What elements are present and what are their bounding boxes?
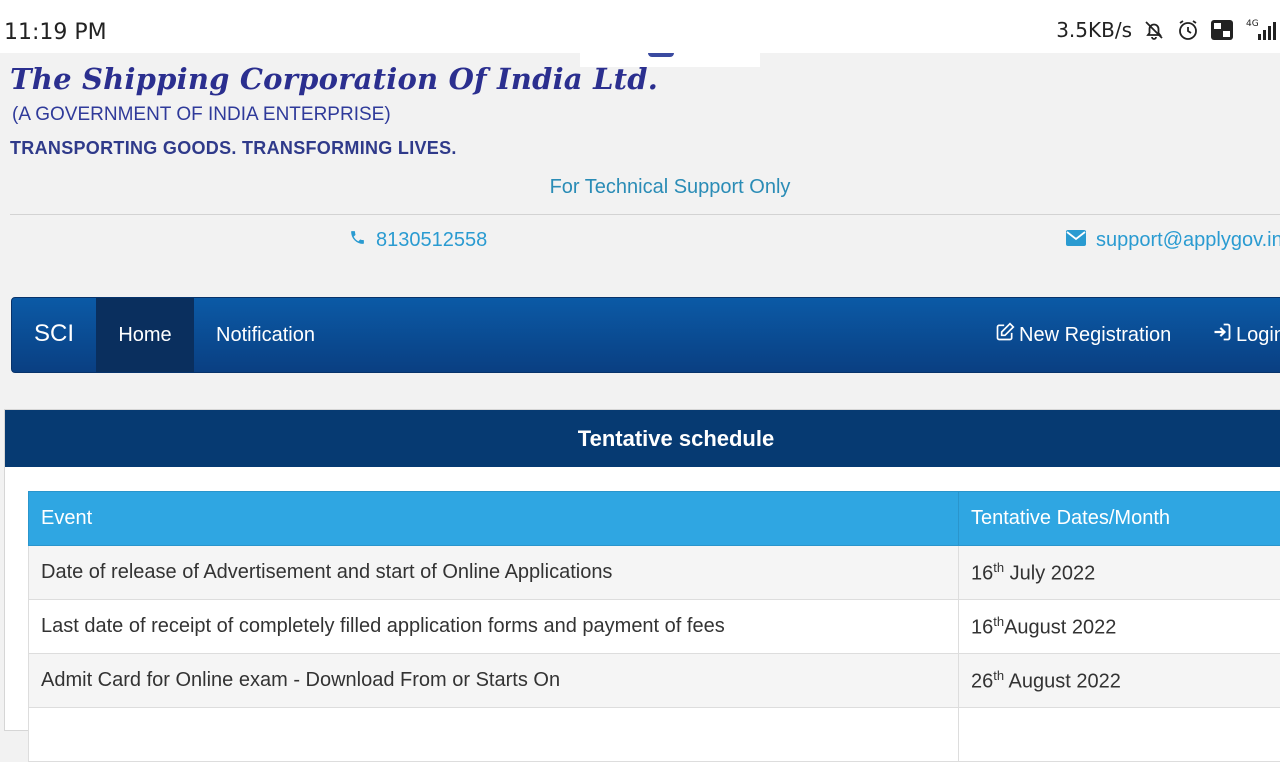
- schedule-table: Event Tentative Dates/Month Date of rele…: [28, 491, 1280, 762]
- date-cell: [959, 708, 1280, 762]
- phone-icon: [349, 229, 366, 252]
- schedule-panel: Tentative schedule Event Tentative Dates…: [4, 409, 1280, 731]
- status-bar: 11:19 PM 3.5KB/s 4G: [0, 0, 1280, 53]
- logo-mark: [648, 53, 674, 57]
- date-month-year: July 2022: [1004, 562, 1095, 584]
- event-cell: Last date of receipt of completely fille…: [29, 600, 959, 654]
- navbar-brand[interactable]: SCI: [34, 320, 74, 348]
- tech-support-label: For Technical Support Only: [0, 176, 1280, 199]
- table-row: Last date of receipt of completely fille…: [29, 600, 1280, 654]
- network-speed: 3.5KB/s: [1056, 18, 1132, 42]
- edit-icon: [995, 322, 1015, 348]
- alarm-icon: [1176, 18, 1200, 42]
- date-cell: 26th August 2022: [959, 654, 1280, 708]
- event-cell: [29, 708, 959, 762]
- column-header-dates: Tentative Dates/Month: [959, 492, 1280, 546]
- status-icons: 3.5KB/s 4G: [1056, 18, 1280, 42]
- notifications-off-icon: [1142, 18, 1166, 42]
- new-registration-label: New Registration: [1019, 324, 1171, 347]
- event-cell: Date of release of Advertisement and sta…: [29, 546, 959, 600]
- phone-link[interactable]: 8130512558: [349, 229, 487, 252]
- date-month-year: August 2022: [1004, 670, 1121, 692]
- status-time: 11:19 PM: [4, 20, 107, 45]
- nav-item-home[interactable]: Home: [96, 298, 194, 372]
- nav-item-notification[interactable]: Notification: [216, 298, 315, 372]
- new-registration-link[interactable]: New Registration: [995, 298, 1171, 372]
- login-link[interactable]: Login: [1212, 298, 1280, 372]
- org-tagline: TRANSPORTING GOODS. TRANSFORMING LIVES.: [10, 138, 457, 159]
- date-month-year: August 2022: [1004, 616, 1116, 638]
- date-suffix: th: [993, 668, 1004, 683]
- header-divider: [10, 214, 1280, 215]
- signal-4g-icon: 4G: [1244, 18, 1280, 42]
- date-suffix: th: [993, 614, 1004, 629]
- envelope-icon: [1066, 229, 1086, 252]
- date-day: 16: [971, 616, 993, 638]
- sign-in-icon: [1212, 322, 1232, 348]
- table-row: Admit Card for Online exam - Download Fr…: [29, 654, 1280, 708]
- event-cell: Admit Card for Online exam - Download Fr…: [29, 654, 959, 708]
- date-cell: 16thAugust 2022: [959, 600, 1280, 654]
- table-header-row: Event Tentative Dates/Month: [29, 492, 1280, 546]
- main-navbar: SCI Home Notification New Registration L…: [11, 297, 1280, 373]
- date-day: 26: [971, 670, 993, 692]
- column-header-event: Event: [29, 492, 959, 546]
- date-day: 16: [971, 562, 993, 584]
- volte-icon: [1210, 19, 1234, 41]
- table-row: Date of release of Advertisement and sta…: [29, 546, 1280, 600]
- org-name: The Shipping Corporation Of India Ltd.: [10, 62, 658, 96]
- table-row: [29, 708, 1280, 762]
- schedule-title: Tentative schedule: [5, 410, 1280, 467]
- email-link[interactable]: support@applygov.in: [1066, 229, 1280, 252]
- org-subtitle: (A GOVERNMENT OF INDIA ENTERPRISE): [12, 104, 391, 126]
- email-address: support@applygov.in: [1096, 229, 1280, 252]
- date-suffix: th: [993, 560, 1004, 575]
- date-cell: 16th July 2022: [959, 546, 1280, 600]
- svg-text:4G: 4G: [1246, 19, 1259, 29]
- phone-number: 8130512558: [376, 229, 487, 252]
- login-label: Login: [1236, 324, 1280, 347]
